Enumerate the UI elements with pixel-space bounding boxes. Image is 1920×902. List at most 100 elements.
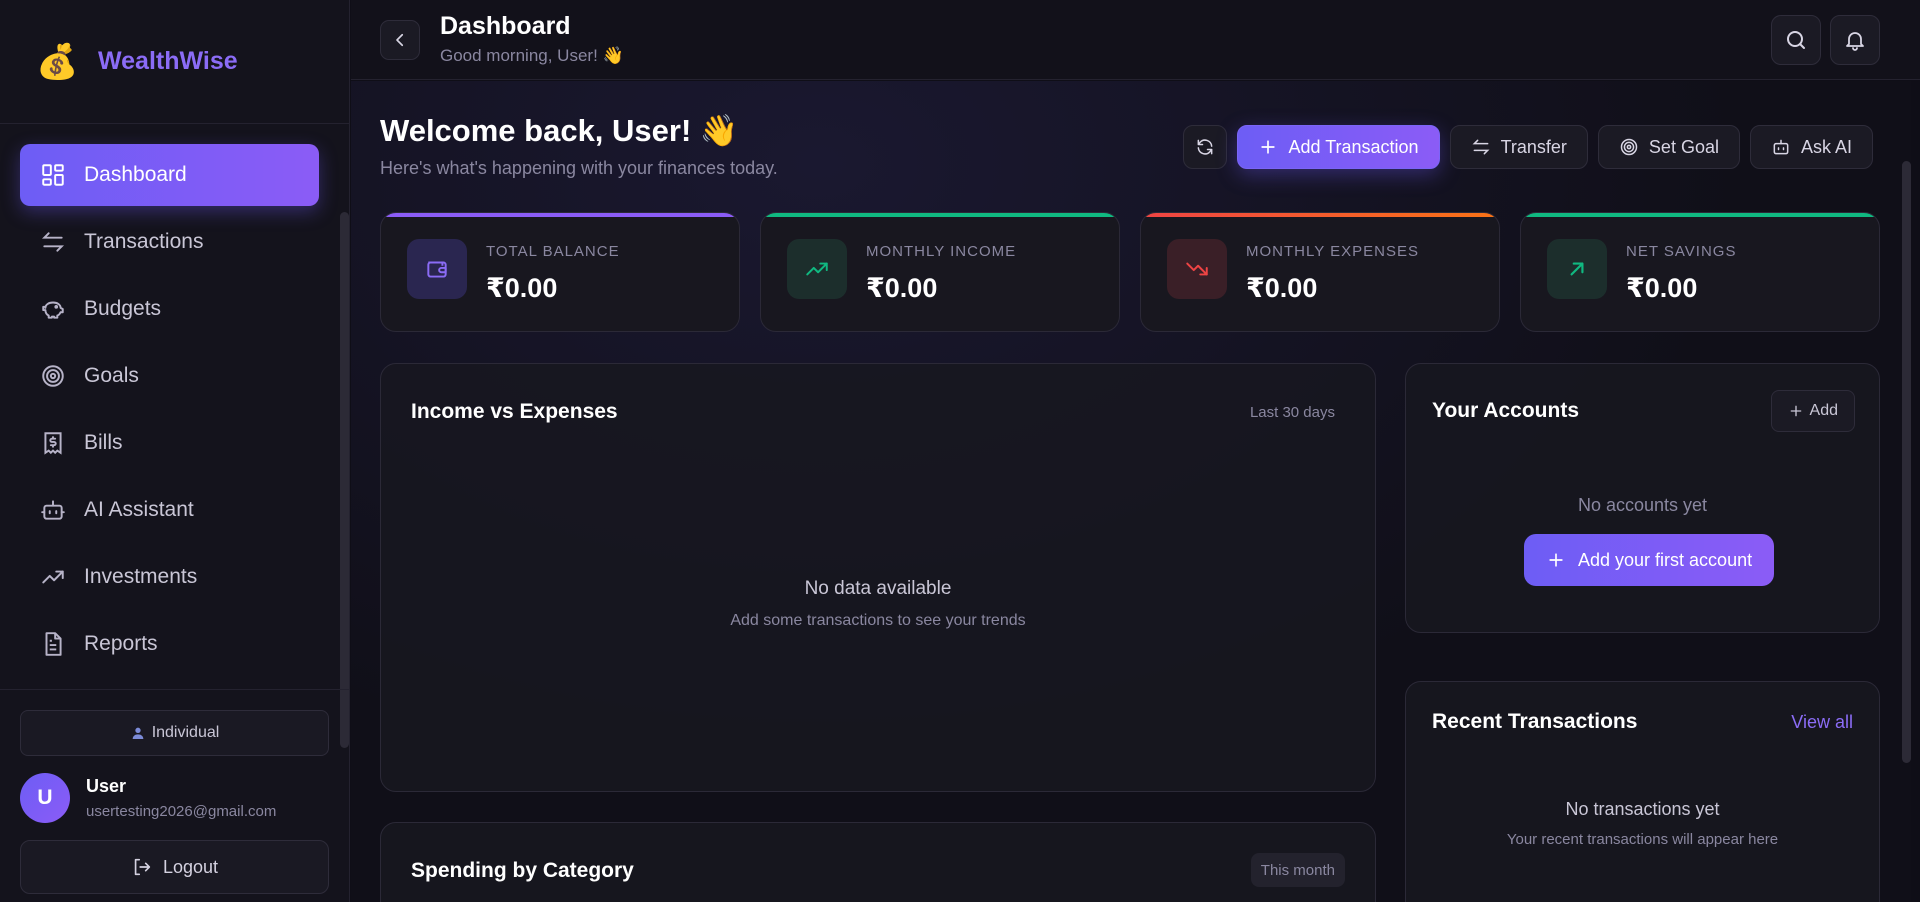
- user-profile[interactable]: U User usertesting2026@gmail.com: [20, 772, 329, 824]
- sidebar-scrollbar[interactable]: [340, 212, 349, 748]
- greeting: Good morning, User! 👋: [440, 46, 624, 65]
- dashboard-icon: [42, 164, 64, 186]
- sidebar-item-goals[interactable]: Goals: [20, 345, 319, 407]
- spending-category-card: Spending by Category This month: [380, 822, 1376, 902]
- arrow-up-right-icon: [1570, 262, 1584, 276]
- empty-subtitle: Add some transactions to see your trends: [730, 612, 1026, 629]
- sidebar-item-label: AI Assistant: [84, 498, 194, 521]
- sidebar-item-reports[interactable]: Reports: [20, 613, 319, 675]
- target-icon: [42, 365, 64, 387]
- logout-icon: [134, 858, 151, 876]
- search-button[interactable]: [1771, 15, 1821, 65]
- add-transaction-label: Add Transaction: [1288, 136, 1419, 157]
- receipt-icon: [44, 432, 62, 455]
- view-all-link[interactable]: View all: [1791, 712, 1853, 733]
- sidebar-item-dashboard[interactable]: Dashboard: [20, 144, 319, 206]
- stat-label: MONTHLY EXPENSES: [1246, 243, 1419, 260]
- stat-net-savings: NET SAVINGS ₹0.00: [1520, 212, 1880, 332]
- target-icon: [1620, 138, 1638, 156]
- wallet-icon: [427, 261, 447, 278]
- sidebar-item-ai-assistant[interactable]: AI Assistant: [20, 479, 319, 541]
- main-content: Welcome back, User! 👋 Here's what's happ…: [351, 81, 1911, 902]
- plus-icon: [1261, 140, 1276, 154]
- arrows-icon: [1472, 139, 1490, 155]
- logout-button[interactable]: Logout: [20, 840, 329, 894]
- back-button[interactable]: [380, 20, 420, 60]
- stat-accent-bar: [761, 213, 1119, 217]
- recent-transactions-card: Recent Transactions View all No transact…: [1405, 681, 1880, 902]
- top-header: Dashboard Good morning, User! 👋: [351, 0, 1920, 80]
- main-scrollbar[interactable]: [1902, 161, 1911, 763]
- sidebar-nav: Dashboard Transactions Budgets Goals Bil…: [0, 124, 349, 748]
- stat-icon-box: [1167, 239, 1227, 299]
- sidebar-item-transactions[interactable]: Transactions: [20, 211, 319, 273]
- stat-label: TOTAL BALANCE: [486, 243, 620, 260]
- empty-title: No transactions yet: [1565, 799, 1720, 819]
- stat-value: ₹0.00: [1626, 273, 1698, 303]
- user-name: User: [86, 776, 127, 796]
- brand[interactable]: 💰 WealthWise: [0, 0, 349, 124]
- empty-title: No accounts yet: [1577, 495, 1708, 515]
- person-icon: [132, 727, 144, 739]
- stat-label: NET SAVINGS: [1626, 243, 1737, 260]
- plus-icon: [1549, 553, 1563, 567]
- add-account-label: Add: [1809, 402, 1838, 419]
- add-first-account-button[interactable]: Add your first account: [1524, 534, 1775, 586]
- welcome-subtitle: Here's what's happening with your financ…: [380, 158, 778, 178]
- empty-subtitle: Your recent transactions will appear her…: [1506, 831, 1779, 848]
- stat-monthly-expenses: MONTHLY EXPENSES ₹0.00: [1140, 212, 1500, 332]
- welcome-title: Welcome back, User! 👋: [380, 113, 739, 148]
- stat-total-balance: TOTAL BALANCE ₹0.00: [380, 212, 740, 332]
- accounts-card: Your Accounts Add No accounts yet Add yo…: [1405, 363, 1880, 633]
- plus-icon: [1790, 405, 1801, 417]
- income-expenses-card: Income vs Expenses Last 30 days No data …: [380, 363, 1376, 792]
- card-title: Income vs Expenses: [411, 400, 618, 423]
- stat-accent-bar: [1521, 213, 1879, 217]
- ask-ai-button[interactable]: Ask AI: [1749, 125, 1873, 169]
- card-title: Your Accounts: [1432, 399, 1580, 422]
- sidebar-item-bills[interactable]: Bills: [20, 412, 319, 474]
- trending-down-icon: [1186, 262, 1208, 276]
- sidebar-footer: Individual U User usertesting2026@gmail.…: [0, 689, 349, 902]
- stat-accent-bar: [381, 213, 739, 217]
- bot-icon: [1773, 139, 1789, 155]
- sidebar-item-label: Budgets: [84, 297, 162, 320]
- refresh-icon: [1198, 139, 1213, 155]
- stat-monthly-income: MONTHLY INCOME ₹0.00: [760, 212, 1120, 332]
- trending-up-icon: [42, 570, 64, 584]
- sidebar-item-budgets[interactable]: Budgets: [20, 278, 319, 340]
- stat-value: ₹0.00: [486, 273, 558, 303]
- bell-icon: [1846, 32, 1864, 51]
- empty-title: No data available: [804, 578, 952, 599]
- card-title: Spending by Category: [411, 859, 634, 882]
- stat-accent-bar: [1141, 213, 1499, 217]
- add-account-button[interactable]: Add: [1770, 390, 1855, 432]
- add-transaction-button[interactable]: Add Transaction: [1237, 125, 1440, 169]
- set-goal-button[interactable]: Set Goal: [1597, 125, 1740, 169]
- sidebar-item-investments[interactable]: Investments: [20, 546, 319, 608]
- bot-icon: [41, 500, 65, 520]
- sidebar-item-label: Bills: [84, 431, 123, 454]
- money-bag-icon: 💰: [36, 42, 79, 81]
- sidebar-item-label: Goals: [84, 364, 139, 387]
- transfer-button[interactable]: Transfer: [1449, 125, 1588, 169]
- search-icon: [1787, 31, 1805, 49]
- arrows-icon: [41, 232, 65, 252]
- stat-value: ₹0.00: [1246, 273, 1318, 303]
- avatar: U: [20, 773, 70, 823]
- user-email: usertesting2026@gmail.com: [86, 803, 277, 820]
- refresh-button[interactable]: [1183, 125, 1228, 169]
- file-icon: [45, 632, 62, 656]
- ask-ai-label: Ask AI: [1800, 136, 1852, 157]
- transfer-label: Transfer: [1500, 136, 1567, 157]
- account-mode-button[interactable]: Individual: [20, 710, 329, 756]
- stat-label: MONTHLY INCOME: [866, 243, 1017, 260]
- notifications-button[interactable]: [1830, 15, 1880, 65]
- range-label: Last 30 days: [1249, 404, 1335, 421]
- range-pill[interactable]: This month: [1250, 853, 1345, 887]
- stat-icon-box: [787, 239, 847, 299]
- sidebar-item-label: Reports: [84, 632, 158, 655]
- set-goal-label: Set Goal: [1648, 136, 1719, 157]
- piggy-bank-icon: [42, 301, 64, 319]
- sidebar-item-label: Transactions: [84, 230, 204, 253]
